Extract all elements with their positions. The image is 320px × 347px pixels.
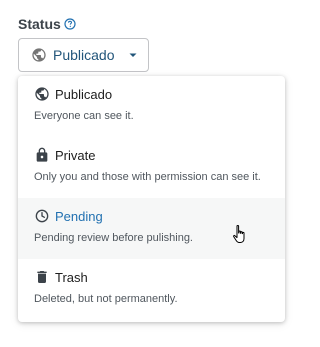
status-label: Status <box>18 14 76 34</box>
option-description: Pending review before pulishing. <box>34 232 193 244</box>
option-head: Publicado <box>34 85 112 103</box>
status-dropdown[interactable]: Publicado <box>18 38 149 72</box>
globe-icon <box>34 86 50 102</box>
option-description: Deleted, but not permanently. <box>34 293 178 305</box>
clock-icon <box>34 208 50 224</box>
lock-icon <box>34 147 50 163</box>
question-circle-icon[interactable] <box>64 18 76 30</box>
status-menu: Publicado Everyone can see it. Private O… <box>18 76 285 322</box>
globe-icon <box>31 47 47 63</box>
caret-down-icon <box>128 50 138 60</box>
option-title: Trash <box>55 269 88 285</box>
option-head: Trash <box>34 268 88 286</box>
status-option-private[interactable]: Private Only you and those with permissi… <box>18 137 285 198</box>
option-head: Pending <box>34 207 103 225</box>
selected-status: Publicado <box>53 47 115 63</box>
option-description: Everyone can see it. <box>34 110 134 122</box>
option-head: Private <box>34 146 95 164</box>
status-option-trash[interactable]: Trash Deleted, but not permanently. <box>18 259 285 320</box>
option-title: Pending <box>55 208 103 224</box>
option-title: Private <box>55 147 96 163</box>
status-label-text: Status <box>18 16 61 32</box>
option-title: Publicado <box>55 86 113 102</box>
status-option-pending[interactable]: Pending Pending review before pulishing. <box>18 198 285 259</box>
option-description: Only you and those with permission can s… <box>34 171 261 183</box>
trash-icon <box>34 269 50 285</box>
status-option-publicado[interactable]: Publicado Everyone can see it. <box>18 76 285 137</box>
